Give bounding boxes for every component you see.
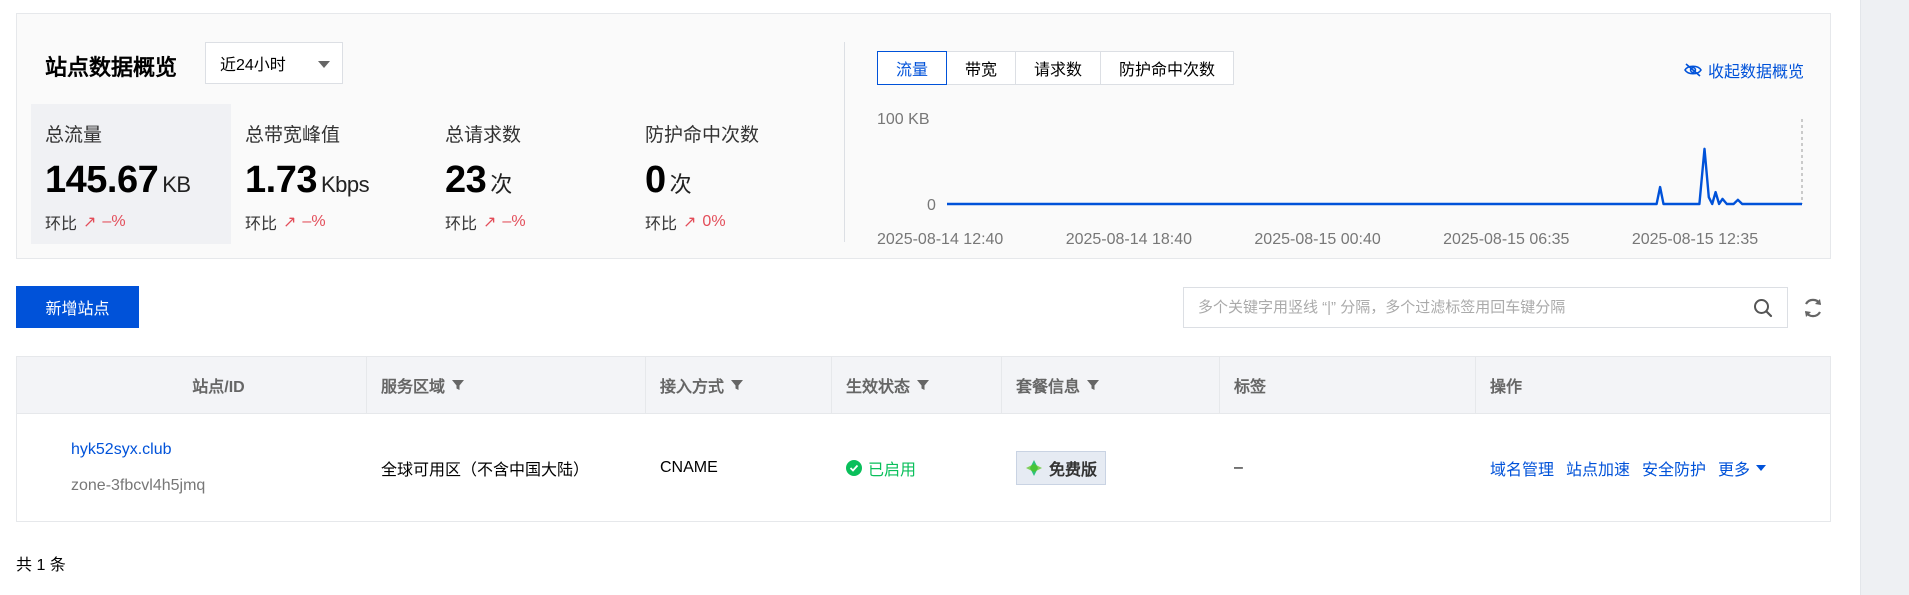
add-site-button[interactable]: 新增站点 [16,286,139,328]
cell-actions: 域名管理 站点加速 安全防护 更多 [1476,414,1830,521]
trend-up-icon: ↗ [683,214,697,231]
collapse-overview-link[interactable]: 收起数据概览 [1684,58,1804,82]
tab-bandwidth[interactable]: 带宽 [946,51,1017,85]
right-gutter [1860,0,1909,595]
trend-up-icon: ↗ [83,214,97,231]
column-header-site: 站点/ID [17,356,367,414]
x-tick-label: 2025-08-15 06:35 [1443,231,1569,248]
metric-trend: 环比 ↗ –% [45,213,126,233]
domain-management-link[interactable]: 域名管理 [1490,456,1554,480]
refresh-icon[interactable] [1800,295,1826,321]
column-header-tags: 标签 [1220,356,1476,414]
metric-label: 总流量 [45,125,103,146]
time-range-value: 近24小时 [220,57,286,74]
metric-label: 防护命中次数 [645,125,760,146]
zone-id: zone-3fbcvl4h5jmq [71,476,206,494]
plan-name: 免费版 [1049,461,1098,479]
cell-tags: – [1234,458,1243,476]
trend-up-icon: ↗ [283,214,297,231]
chevron-down-icon [318,61,330,68]
more-label: 更多 [1718,461,1751,479]
trend-up-icon: ↗ [483,214,497,231]
metric-value: 0次 [645,159,692,201]
check-circle-icon [846,459,862,476]
caret-down-icon [1756,464,1767,471]
divider [844,42,845,242]
x-tick-label: 2025-08-15 12:35 [1632,231,1758,248]
filter-icon[interactable] [1086,378,1100,392]
cell-site: hyk52syx.club zone-3fbcvl4h5jmq [17,414,367,521]
search-box [1183,287,1788,328]
metric-value: 23 次 [445,159,512,201]
tab-protection-hits[interactable]: 防护命中次数 [1100,51,1235,85]
y-tick-label: 0 [927,197,936,214]
metric-label: 总请求数 [445,125,522,146]
tab-traffic[interactable]: 流量 [877,51,948,85]
chart-tabs: 流量 带宽 请求数 防护命中次数 [877,51,1235,85]
metric-trend: 环比 ↗ –% [245,213,326,233]
site-acceleration-link[interactable]: 站点加速 [1566,456,1630,480]
x-tick-label: 2025-08-14 12:40 [877,231,1003,248]
column-header-actions: 操作 [1490,379,1523,396]
search-icon[interactable] [1753,298,1773,318]
filter-icon[interactable] [730,378,744,392]
filter-icon[interactable] [451,378,465,392]
table-row: hyk52syx.club zone-3fbcvl4h5jmq 全球可用区（不含… [17,414,1830,521]
metric-protection-hits[interactable]: 防护命中次数 0次 环比 ↗ 0% [631,104,831,244]
cell-status: 已启用 [832,414,1002,521]
site-table: 站点/ID 服务区域 接入方式 生效状态 套餐信息 标签 操作 hyk52syx… [16,356,1831,522]
traffic-line-chart: 100 KB 0 2025-08-14 12:40 2025-08-14 18:40 2… [877,111,1803,248]
metric-peak-bandwidth[interactable]: 总带宽峰值 1.73 Kbps 环比 ↗ –% [231,104,431,244]
eye-off-icon [1684,63,1702,77]
more-actions-dropdown[interactable]: 更多 [1718,456,1767,480]
metric-trend: 环比 ↗ 0% [645,213,726,233]
cell-plan: 免费版 [1002,414,1220,521]
y-tick-label: 100 KB [877,111,929,128]
plan-logo-icon [1026,459,1042,476]
filter-icon[interactable] [916,378,930,392]
metric-total-requests[interactable]: 总请求数 23 次 环比 ↗ –% [431,104,631,244]
metric-value: 1.73 Kbps [245,159,370,201]
traffic-series-line [947,147,1802,206]
column-header-status: 生效状态 [832,356,1002,414]
security-protection-link[interactable]: 安全防护 [1642,456,1706,480]
data-overview-panel: 站点数据概览 近24小时 总流量 145.67 KB 环比 ↗ –% 总带宽峰值 1.… [16,13,1831,259]
metric-trend: 环比 ↗ –% [445,213,526,233]
x-tick-label: 2025-08-14 18:40 [1066,231,1192,248]
tab-requests[interactable]: 请求数 [1015,51,1102,85]
x-tick-label: 2025-08-15 00:40 [1254,231,1380,248]
plan-badge: 免费版 [1016,450,1107,485]
total-count: 共 1 条 [16,557,66,574]
collapse-label: 收起数据概览 [1707,64,1804,81]
table-header: 站点/ID 服务区域 接入方式 生效状态 套餐信息 标签 操作 [17,356,1830,414]
status-text: 已启用 [868,461,917,479]
metric-value: 145.67 KB [45,159,191,201]
overview-title: 站点数据概览 [45,55,178,80]
status-badge: 已启用 [846,456,916,480]
site-name-link[interactable]: hyk52syx.club [71,441,172,459]
row-actions: 域名管理 站点加速 安全防护 更多 [1490,456,1767,480]
column-header-access: 接入方式 [646,356,832,414]
column-header-area: 服务区域 [367,356,646,414]
metric-label: 总带宽峰值 [245,125,341,146]
metric-total-traffic[interactable]: 总流量 145.67 KB 环比 ↗ –% [31,104,231,244]
time-range-select[interactable]: 近24小时 [205,42,343,84]
cell-area: 全球可用区（不含中国大陆） [381,461,590,479]
search-input[interactable] [1198,299,1753,316]
cell-access: CNAME [660,458,718,476]
column-header-plan: 套餐信息 [1002,356,1220,414]
